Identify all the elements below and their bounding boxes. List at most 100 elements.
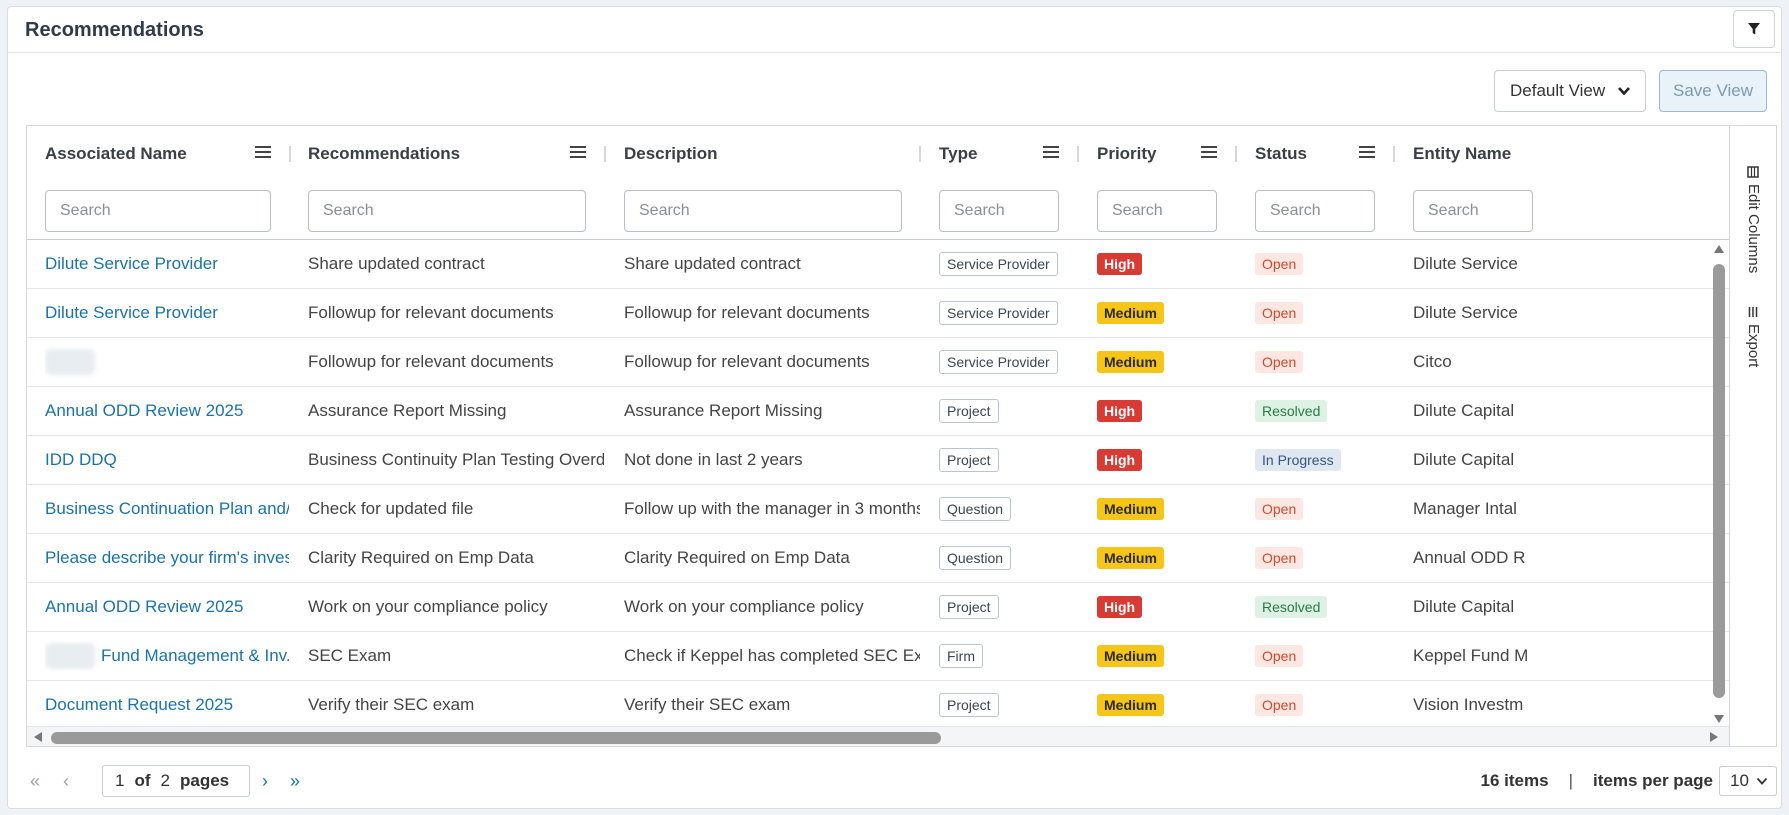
table-row[interactable]: Fund Management & Inv... SEC Exam Check if… (27, 632, 1729, 681)
filter-icon (1748, 23, 1760, 35)
cell-type: Project (939, 583, 1097, 631)
cell-rec: Followup for relevant documents (308, 289, 604, 337)
column-header-associated-name[interactable]: Associated Name (45, 144, 187, 164)
cell-name (45, 338, 289, 386)
cell-type: Question (939, 485, 1097, 533)
cell-desc: Followup for relevant documents (624, 338, 920, 386)
last-page-icon[interactable]: » (290, 771, 300, 792)
column-header-status[interactable]: Status (1255, 144, 1307, 164)
table-row[interactable]: Annual ODD Review 2025 Assurance Report M… (27, 387, 1729, 436)
cell-name: Annual ODD Review 2025 (45, 583, 289, 631)
column-menu-icon[interactable] (1201, 146, 1217, 160)
recommendations-grid: Associated Name Recommendations Descript… (26, 125, 1777, 747)
description-text: Assurance Report Missing (624, 401, 823, 420)
associated-name-wrap: Dilute Service Provider (45, 254, 218, 274)
vertical-scrollbar[interactable] (1710, 244, 1728, 726)
entity-name-text: Dilute Capital (1413, 401, 1515, 420)
cell-desc: Check if Keppel has completed SEC Exam. (624, 632, 920, 680)
table-row[interactable]: Please describe your firm's inves... Clar… (27, 534, 1729, 583)
priority-badge: Medium (1097, 302, 1164, 324)
save-view-button[interactable]: Save View (1659, 70, 1767, 112)
filter-button[interactable] (1733, 10, 1775, 48)
search-input-priority[interactable] (1097, 190, 1217, 232)
items-per-page-label: items per page (1593, 771, 1713, 790)
cell-name: Dilute Service Provider (45, 240, 289, 288)
cell-name: Please describe your firm's inves... (45, 534, 289, 582)
edit-columns-button[interactable]: Edit Columns (1745, 166, 1762, 273)
horizontal-scroll-thumb[interactable] (51, 732, 941, 744)
column-resizer[interactable] (1393, 146, 1395, 162)
column-resizer[interactable] (1235, 146, 1237, 162)
column-header-recommendations[interactable]: Recommendations (308, 144, 460, 164)
cell-name: IDD DDQ (45, 436, 289, 484)
description-text: Followup for relevant documents (624, 303, 870, 322)
table-row[interactable]: Business Continuation Plan and/... Check … (27, 485, 1729, 534)
table-row[interactable]: Annual ODD Review 2025 Work on your compl… (27, 583, 1729, 632)
column-header-description[interactable]: Description (624, 144, 718, 164)
cell-entity: Citco (1413, 338, 1713, 386)
scroll-up-icon[interactable] (1713, 244, 1725, 254)
column-resizer[interactable] (919, 146, 921, 162)
column-menu-icon[interactable] (255, 146, 271, 160)
search-input-description[interactable] (624, 190, 902, 232)
search-input-type[interactable] (939, 190, 1059, 232)
view-dropdown[interactable]: Default View (1494, 70, 1646, 112)
cell-desc: Followup for relevant documents (624, 289, 920, 337)
associated-name-link[interactable]: Document Request 2025 (45, 695, 233, 715)
cell-entity: Dilute Capital (1413, 436, 1713, 484)
scroll-left-icon[interactable] (33, 731, 43, 743)
column-header-priority[interactable]: Priority (1097, 144, 1157, 164)
table-row[interactable]: Followup for relevant documents Followup … (27, 338, 1729, 387)
scroll-right-icon[interactable] (1709, 731, 1719, 743)
cell-rec: Clarity Required on Emp Data (308, 534, 604, 582)
table-row[interactable]: IDD DDQ Business Continuity Plan Testing … (27, 436, 1729, 485)
recommendation-text: Work on your compliance policy (308, 597, 548, 616)
associated-name-link[interactable]: Business Continuation Plan and/... (45, 499, 289, 519)
recommendations-panel: Recommendations Default View Save View A… (7, 6, 1782, 809)
total-pages: 2 (160, 771, 170, 790)
table-row[interactable]: Dilute Service Provider Share updated con… (27, 240, 1729, 289)
column-menu-icon[interactable] (1043, 146, 1059, 160)
recommendation-text: Business Continuity Plan Testing Overdue (308, 450, 604, 469)
column-resizer[interactable] (1077, 146, 1079, 162)
associated-name-link[interactable]: Dilute Service Provider (45, 303, 218, 323)
status-badge: Open (1255, 547, 1304, 569)
search-input-recommendations[interactable] (308, 190, 586, 232)
associated-name-link[interactable]: Annual ODD Review 2025 (45, 401, 243, 421)
page-input[interactable]: 1 of 2 pages (102, 765, 250, 797)
associated-name-link[interactable]: IDD DDQ (45, 450, 117, 470)
vertical-scroll-thumb[interactable] (1713, 264, 1725, 698)
horizontal-scrollbar[interactable] (27, 726, 1729, 746)
associated-name-link[interactable]: Dilute Service Provider (45, 254, 218, 274)
status-badge: Resolved (1255, 400, 1328, 422)
first-page-icon[interactable]: « (30, 771, 40, 792)
export-button[interactable]: Export (1745, 306, 1762, 367)
description-text: Follow up with the manager in 3 months t… (624, 499, 920, 518)
column-resizer[interactable] (604, 146, 606, 162)
column-header-type[interactable]: Type (939, 144, 977, 164)
associated-name-link[interactable]: Annual ODD Review 2025 (45, 597, 243, 617)
associated-name-wrap: Please describe your firm's inves... (45, 548, 289, 568)
status-badge: Open (1255, 645, 1304, 667)
column-menu-icon[interactable] (570, 146, 586, 160)
column-header-entity-name[interactable]: Entity Name (1413, 144, 1511, 164)
search-input-status[interactable] (1255, 190, 1375, 232)
associated-name-link[interactable]: Please describe your firm's inves... (45, 548, 289, 568)
column-menu-icon[interactable] (1359, 146, 1375, 160)
type-badge: Question (939, 497, 1012, 521)
cell-type: Service Provider (939, 240, 1097, 288)
search-input-associated-name[interactable] (45, 190, 271, 232)
items-per-page-select[interactable]: 10 (1719, 766, 1777, 796)
scroll-down-icon[interactable] (1713, 714, 1725, 724)
column-resizer[interactable] (289, 146, 291, 162)
table-row[interactable]: Document Request 2025 Verify their SEC ex… (27, 681, 1729, 726)
associated-name-link[interactable]: Fund Management & Inv... (101, 646, 289, 666)
cell-status: Open (1255, 681, 1413, 726)
next-page-icon[interactable]: › (262, 771, 268, 792)
previous-page-icon[interactable]: ‹ (63, 771, 69, 792)
search-input-entity-name[interactable] (1413, 190, 1533, 232)
recommendation-text: SEC Exam (308, 646, 392, 665)
status-badge: In Progress (1255, 449, 1341, 471)
list-icon (1749, 307, 1758, 317)
table-row[interactable]: Dilute Service Provider Followup for rele… (27, 289, 1729, 338)
